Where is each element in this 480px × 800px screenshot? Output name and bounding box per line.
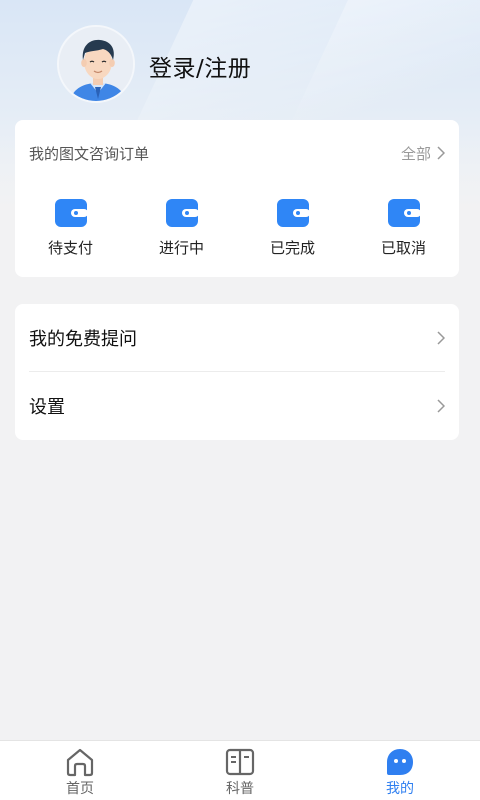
- bottom-tab-bar: 首页 科普 我的: [0, 740, 480, 800]
- wallet-icon: [54, 199, 88, 227]
- wallet-icon: [165, 199, 199, 227]
- order-status-list: 待支付 进行中 已完成 已取消: [15, 198, 459, 258]
- wallet-icon: [387, 199, 421, 227]
- menu-item-settings[interactable]: 设置: [29, 372, 445, 440]
- menu-item-free-questions[interactable]: 我的免费提问: [29, 304, 445, 372]
- order-status-label: 已取消: [380, 239, 426, 257]
- menu-item-label: 设置: [29, 397, 65, 418]
- tab-home[interactable]: 首页: [0, 741, 160, 800]
- tab-mine[interactable]: 我的: [320, 741, 480, 800]
- wallet-icon: [276, 199, 310, 227]
- menu-item-label: 我的免费提问: [29, 328, 137, 350]
- order-status-cancelled[interactable]: 已取消: [348, 198, 459, 258]
- tab-science[interactable]: 科普: [160, 741, 320, 800]
- order-status-label: 已完成: [269, 239, 315, 257]
- home-icon: [66, 748, 94, 777]
- chevron-right-icon: [437, 399, 445, 413]
- orders-header: 我的图文咨询订单 全部: [29, 142, 445, 164]
- chevron-right-icon: [437, 146, 445, 160]
- order-status-in-progress[interactable]: 进行中: [126, 198, 237, 258]
- tab-label: 科普: [226, 781, 254, 797]
- menu-card: 我的免费提问 设置: [15, 304, 459, 440]
- profile-icon: [387, 749, 413, 775]
- orders-card: 我的图文咨询订单 全部 待支付 进行中 已完成 已取消: [15, 120, 459, 277]
- order-status-completed[interactable]: 已完成: [237, 198, 348, 258]
- avatar[interactable]: [57, 25, 135, 103]
- tab-label: 我的: [386, 781, 414, 797]
- chevron-right-icon: [437, 330, 445, 345]
- orders-all-label: 全部: [400, 144, 431, 163]
- orders-title: 我的图文咨询订单: [29, 144, 150, 163]
- book-icon: [225, 748, 255, 776]
- order-status-pending[interactable]: 待支付: [15, 198, 126, 258]
- orders-all-link[interactable]: 全部: [401, 143, 445, 164]
- profile-page: 登录/注册 我的图文咨询订单 全部 待支付 进行中 已完成 已取消 我的免费提问…: [0, 0, 480, 800]
- tab-label: 首页: [66, 781, 94, 797]
- order-status-label: 待支付: [47, 239, 93, 257]
- login-register-link[interactable]: 登录/注册: [149, 49, 251, 83]
- order-status-label: 进行中: [158, 239, 204, 257]
